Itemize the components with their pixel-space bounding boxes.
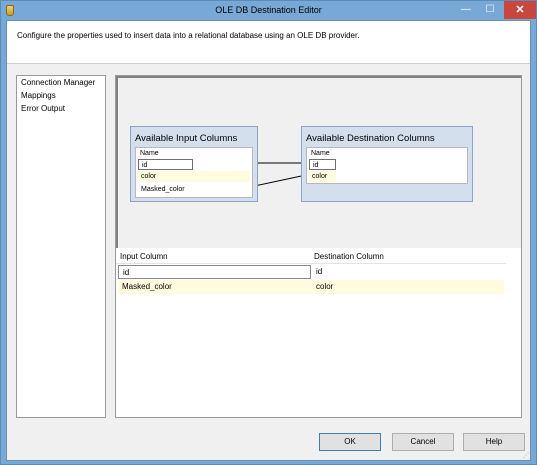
available-input-columns-box[interactable]: Available Input Columns Name id color Ma… bbox=[130, 126, 258, 202]
mappings-panel: Available Input Columns Name id color Ma… bbox=[115, 75, 522, 418]
title-bar[interactable]: OLE DB Destination Editor — ☐ ✕ bbox=[1, 1, 536, 20]
column-mapping-grid: Input Column Destination Column id id Ma… bbox=[116, 249, 521, 417]
grid-cell-input[interactable]: id bbox=[118, 265, 311, 279]
nav-item-connection-manager[interactable]: Connection Manager bbox=[17, 76, 105, 89]
destination-box-title: Available Destination Columns bbox=[306, 133, 435, 144]
input-column-item[interactable]: id bbox=[138, 159, 193, 170]
input-box-title: Available Input Columns bbox=[135, 133, 238, 144]
cancel-button[interactable]: Cancel bbox=[392, 433, 454, 451]
page-navigation: Connection Manager Mappings Error Output bbox=[16, 75, 106, 418]
input-column-item[interactable]: color bbox=[138, 171, 250, 182]
nav-item-mappings[interactable]: Mappings bbox=[17, 89, 105, 102]
grid-header-divider bbox=[116, 263, 506, 264]
ok-button[interactable]: OK bbox=[319, 433, 381, 451]
dialog-client: Configure the properties used to insert … bbox=[6, 20, 531, 461]
editor-window: OLE DB Destination Editor — ☐ ✕ Configur… bbox=[0, 0, 537, 465]
grid-header-input-column[interactable]: Input Column bbox=[120, 251, 168, 262]
close-button[interactable]: ✕ bbox=[504, 1, 536, 19]
input-columns-list: Name id color Masked_color bbox=[135, 147, 253, 198]
resize-grip-icon[interactable]: ⋰ bbox=[523, 452, 529, 459]
destination-column-item[interactable]: color bbox=[309, 171, 336, 182]
grid-cell-input[interactable]: Masked_color bbox=[118, 280, 311, 294]
mapping-diagram: Available Input Columns Name id color Ma… bbox=[116, 76, 521, 248]
grid-cell-destination[interactable]: id bbox=[312, 265, 504, 279]
destination-columns-list: Name id color bbox=[306, 147, 468, 184]
destination-list-header: Name bbox=[311, 150, 330, 157]
dialog-header: Configure the properties used to insert … bbox=[7, 21, 530, 64]
minimize-button[interactable]: — bbox=[454, 1, 478, 19]
grid-cell-destination[interactable]: color bbox=[312, 280, 504, 294]
description-text: Configure the properties used to insert … bbox=[17, 31, 360, 40]
input-column-item[interactable]: Masked_color bbox=[138, 184, 250, 195]
input-list-header: Name bbox=[140, 150, 159, 157]
nav-item-error-output[interactable]: Error Output bbox=[17, 102, 105, 115]
grid-header-destination-column[interactable]: Destination Column bbox=[314, 251, 384, 262]
help-button[interactable]: Help bbox=[463, 433, 525, 451]
destination-column-item[interactable]: id bbox=[309, 159, 336, 170]
maximize-button[interactable]: ☐ bbox=[479, 1, 501, 19]
available-destination-columns-box[interactable]: Available Destination Columns Name id co… bbox=[301, 126, 473, 202]
